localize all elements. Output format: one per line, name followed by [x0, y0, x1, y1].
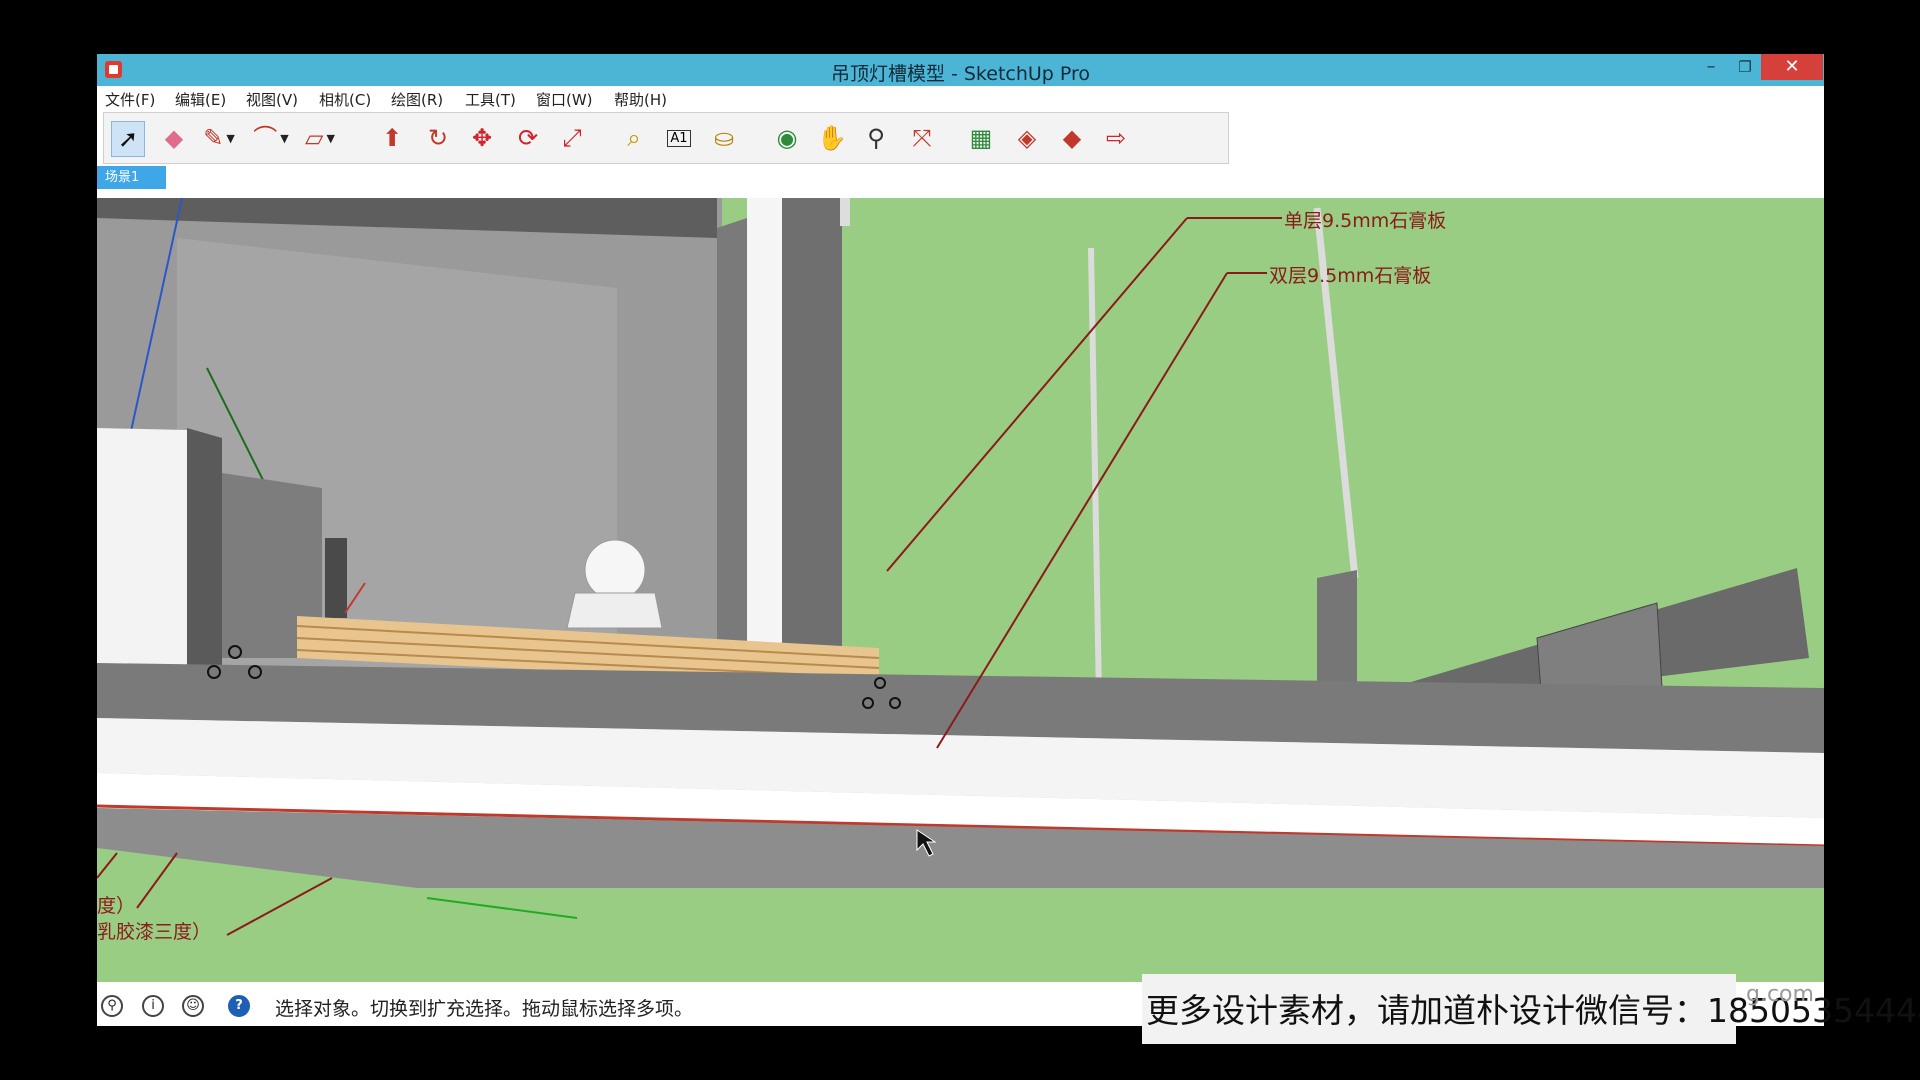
tab-scene-1[interactable]: 场景1	[97, 166, 166, 189]
sketchup-window: 吊顶灯槽模型 - SketchUp Pro – ❐ ✕ 文件(F) 编辑(E) …	[97, 54, 1824, 1026]
help-icon[interactable]: ?	[228, 995, 250, 1017]
user-icon[interactable]: ☺	[182, 995, 204, 1017]
vertical-stud-left	[717, 218, 747, 668]
menu-help[interactable]: 帮助(H)	[614, 89, 667, 110]
label-double-gypsum: 双层9.5mm石膏板	[1269, 265, 1432, 287]
select-icon[interactable]: ➚	[111, 121, 145, 157]
watermark-banner: 更多设计素材，请加道朴设计微信号：18505354448	[1142, 974, 1920, 1044]
menu-draw[interactable]: 绘图(R)	[391, 89, 443, 110]
model-drawing	[97, 198, 1824, 936]
pan-icon[interactable]: ✋	[816, 121, 848, 155]
hanger-rod-top	[840, 198, 850, 226]
hanger-rod-1	[1088, 247, 1102, 699]
bulb-sphere	[584, 539, 646, 601]
vertical-stud-main	[782, 198, 842, 688]
eraser-icon[interactable]: ◆	[158, 121, 190, 155]
green-axis-line	[426, 897, 578, 919]
text-icon[interactable]: A1	[663, 121, 695, 155]
gypsum-edge-vertical	[747, 198, 782, 678]
menu-bar: 文件(F) 编辑(E) 视图(V) 相机(C) 绘图(R) 工具(T) 窗口(W…	[97, 86, 1824, 110]
label-single-gypsum: 单层9.5mm石膏板	[1284, 210, 1447, 232]
watermark-tail: g.com	[1746, 982, 1814, 1007]
rotate-icon[interactable]: ⟳	[512, 121, 544, 155]
pencil-icon[interactable]: ✎ ▼	[203, 121, 235, 155]
close-button[interactable]: ✕	[1761, 54, 1823, 80]
status-text: 选择对象。切换到扩充选择。拖动鼠标选择多项。	[275, 998, 694, 1020]
menu-camera[interactable]: 相机(C)	[319, 89, 371, 110]
label-cutoff-2: 乳胶漆三度）	[97, 921, 212, 943]
move-icon[interactable]: ✥	[466, 121, 498, 155]
menu-file[interactable]: 文件(F)	[105, 89, 155, 110]
leader-line-double	[936, 272, 1228, 749]
bulb-base	[566, 592, 663, 629]
model-viewport[interactable]: 单层9.5mm石膏板 双层9.5mm石膏板 度） 乳胶漆三度）	[97, 198, 1824, 982]
rectangle-icon[interactable]: ▱ ▼	[304, 121, 336, 155]
push-pull-icon[interactable]: ⬆	[376, 121, 408, 155]
label-cutoff-1: 度）	[97, 895, 136, 917]
bracket-clip	[325, 538, 347, 618]
3d-warehouse-icon[interactable]: ▦	[965, 121, 997, 155]
title-bar: 吊顶灯槽模型 - SketchUp Pro – ❐ ✕	[97, 54, 1824, 86]
menu-tools[interactable]: 工具(T)	[465, 89, 516, 110]
zoom-extents-icon[interactable]: ⤧	[906, 121, 938, 155]
window-title: 吊顶灯槽模型 - SketchUp Pro	[830, 63, 1091, 85]
info-icon[interactable]: i	[142, 995, 164, 1017]
export-icon[interactable]: ⇨	[1100, 121, 1132, 155]
leader-line-single	[886, 217, 1188, 572]
restore-button[interactable]: ❐	[1725, 54, 1765, 80]
menu-window[interactable]: 窗口(W)	[536, 89, 593, 110]
follow-me-icon[interactable]: ↻	[422, 121, 454, 155]
orbit-icon[interactable]: ◉	[771, 121, 803, 155]
arc-icon[interactable]: ⌒ ▼	[253, 121, 288, 155]
menu-edit[interactable]: 编辑(E)	[175, 89, 226, 110]
paint-bucket-icon[interactable]: ⛀	[708, 121, 740, 155]
scale-icon[interactable]: ⤢	[556, 121, 588, 155]
tape-measure-icon[interactable]: ⌕	[618, 121, 650, 155]
geo-location-icon[interactable]: ⚲	[101, 995, 123, 1017]
main-toolbar: ➚ ◆ ✎ ▼ ⌒ ▼ ▱ ▼ ⬆ ↻ ✥ ⟳ ⤢ ⌕ A1 ⛀ ◉ ✋ ⚲ ⤧ ▦ …	[103, 112, 1229, 164]
extension-warehouse-icon[interactable]: ◈	[1011, 121, 1043, 155]
layout-send-icon[interactable]: ◆	[1056, 121, 1088, 155]
zoom-icon[interactable]: ⚲	[860, 121, 892, 155]
menu-view[interactable]: 视图(V)	[246, 89, 298, 110]
